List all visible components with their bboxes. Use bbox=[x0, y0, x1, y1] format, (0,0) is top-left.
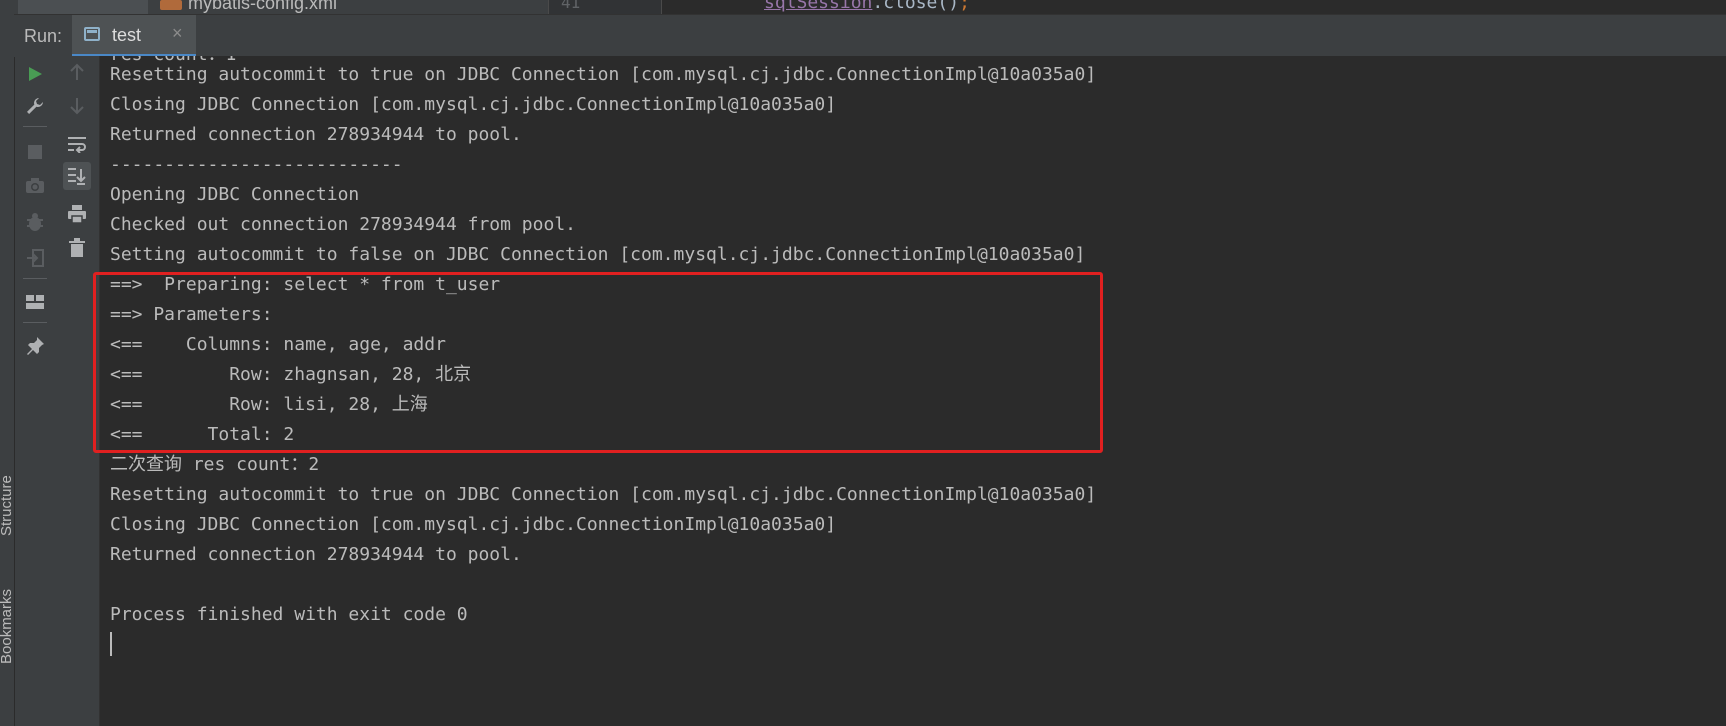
run-label: Run: bbox=[24, 26, 63, 46]
line-number: 41 bbox=[561, 0, 581, 12]
console-line: Closing JDBC Connection [com.mysql.cj.jd… bbox=[110, 94, 837, 115]
console-line: Resetting autocommit to true on JDBC Con… bbox=[110, 64, 1097, 85]
tree-selection bbox=[18, 0, 148, 14]
console-line: Returned connection 278934944 to pool. bbox=[110, 124, 522, 145]
console-line: Setting autocommit to false on JDBC Conn… bbox=[110, 244, 1086, 265]
line-gutter: 41 bbox=[548, 0, 662, 14]
debug-icon[interactable] bbox=[21, 208, 49, 236]
console-tab-icon bbox=[84, 27, 100, 41]
bookmarks-tab[interactable]: Bookmarks bbox=[0, 589, 15, 664]
code-punct: ; bbox=[959, 0, 970, 13]
run-icon[interactable] bbox=[21, 60, 49, 88]
print-icon[interactable] bbox=[63, 200, 91, 228]
side-tool-strip: Structure Bookmarks bbox=[0, 14, 15, 726]
console-line: Checked out connection 278934944 from po… bbox=[110, 214, 576, 235]
code-line[interactable]: sqlSession.close(); bbox=[764, 0, 970, 13]
console-line: Opening JDBC Connection bbox=[110, 184, 360, 205]
wrench-icon[interactable] bbox=[21, 92, 49, 120]
console-line: --------------------------- bbox=[110, 154, 403, 175]
project-tree-strip: mybatis-config.xml bbox=[0, 0, 548, 14]
console-line: 二次查询 res count：2 bbox=[110, 450, 319, 480]
close-icon[interactable]: × bbox=[172, 23, 183, 44]
down-arrow-icon[interactable] bbox=[63, 92, 91, 120]
pin-icon[interactable] bbox=[21, 332, 49, 360]
code-variable: sqlSession bbox=[764, 0, 873, 13]
query-prefix: 二次查询 bbox=[110, 454, 182, 475]
editor-strip: mybatis-config.xml 41 sqlSession.close()… bbox=[0, 0, 1726, 14]
toolbar-divider bbox=[23, 126, 47, 127]
soft-wrap-icon[interactable] bbox=[63, 130, 91, 158]
console-line: Closing JDBC Connection [com.mysql.cj.jd… bbox=[110, 514, 837, 535]
toolbar-divider bbox=[23, 278, 47, 279]
console-line: Resetting autocommit to true on JDBC Con… bbox=[110, 484, 1097, 505]
trash-icon[interactable] bbox=[63, 234, 91, 262]
highlight-box bbox=[93, 272, 1103, 453]
run-window-header: Run: test × bbox=[14, 14, 1726, 57]
xml-file-icon bbox=[160, 0, 182, 10]
scroll-to-end-icon[interactable] bbox=[63, 162, 91, 190]
login-icon[interactable] bbox=[21, 244, 49, 272]
code-call: .close() bbox=[872, 0, 960, 13]
layout-icon[interactable] bbox=[21, 288, 49, 316]
tab-label: test bbox=[112, 25, 142, 45]
up-arrow-icon[interactable] bbox=[63, 58, 91, 86]
run-toolbar bbox=[15, 56, 55, 726]
tab-test[interactable]: test × bbox=[72, 15, 196, 57]
camera-icon[interactable] bbox=[21, 172, 49, 200]
toolbar-divider bbox=[23, 322, 47, 323]
text-caret bbox=[110, 632, 112, 656]
console-line: Process finished with exit code 0 bbox=[110, 604, 468, 625]
console-line: Returned connection 278934944 to pool. bbox=[110, 544, 522, 565]
file-name[interactable]: mybatis-config.xml bbox=[188, 0, 337, 14]
structure-tab[interactable]: Structure bbox=[0, 475, 15, 536]
stop-icon[interactable] bbox=[21, 138, 49, 166]
query-count: res count：2 bbox=[182, 454, 320, 475]
